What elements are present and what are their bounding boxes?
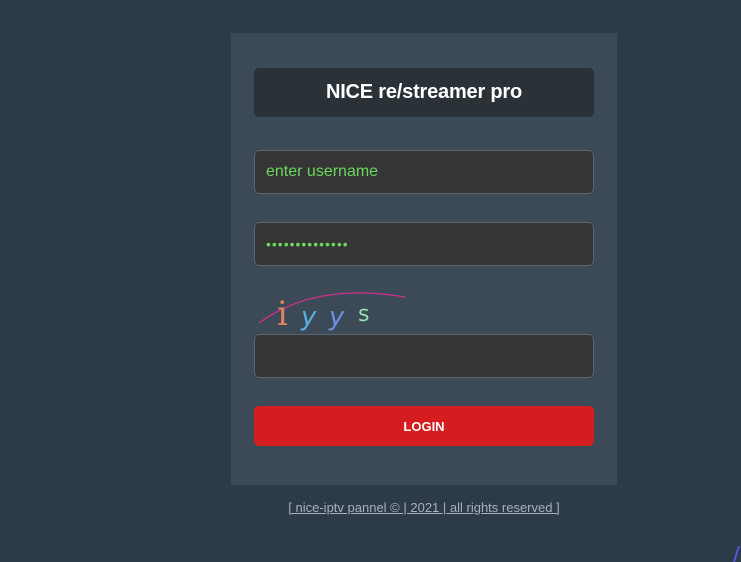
login-button[interactable]: LOGIN xyxy=(254,406,594,446)
captcha-char: s xyxy=(358,302,369,327)
username-field[interactable] xyxy=(254,150,594,194)
login-panel: NICE re/streamer pro i y y s LOGIN xyxy=(231,33,617,485)
captcha-input[interactable] xyxy=(254,334,594,378)
footer: [ nice-iptv pannel © | 2021 | all rights… xyxy=(231,500,617,515)
captcha-image: i y y s xyxy=(258,292,406,331)
login-page: NICE re/streamer pro i y y s LOGIN [ nic… xyxy=(0,0,741,562)
captcha-char: y xyxy=(300,302,317,331)
footer-link[interactable]: [ nice-iptv pannel © | 2021 | all rights… xyxy=(288,500,559,515)
corner-decoration-icon xyxy=(733,546,740,562)
panel-title: NICE re/streamer pro xyxy=(254,68,594,117)
captcha-char: i xyxy=(277,294,288,331)
password-field[interactable] xyxy=(254,222,594,266)
captcha-char: y xyxy=(328,302,345,331)
